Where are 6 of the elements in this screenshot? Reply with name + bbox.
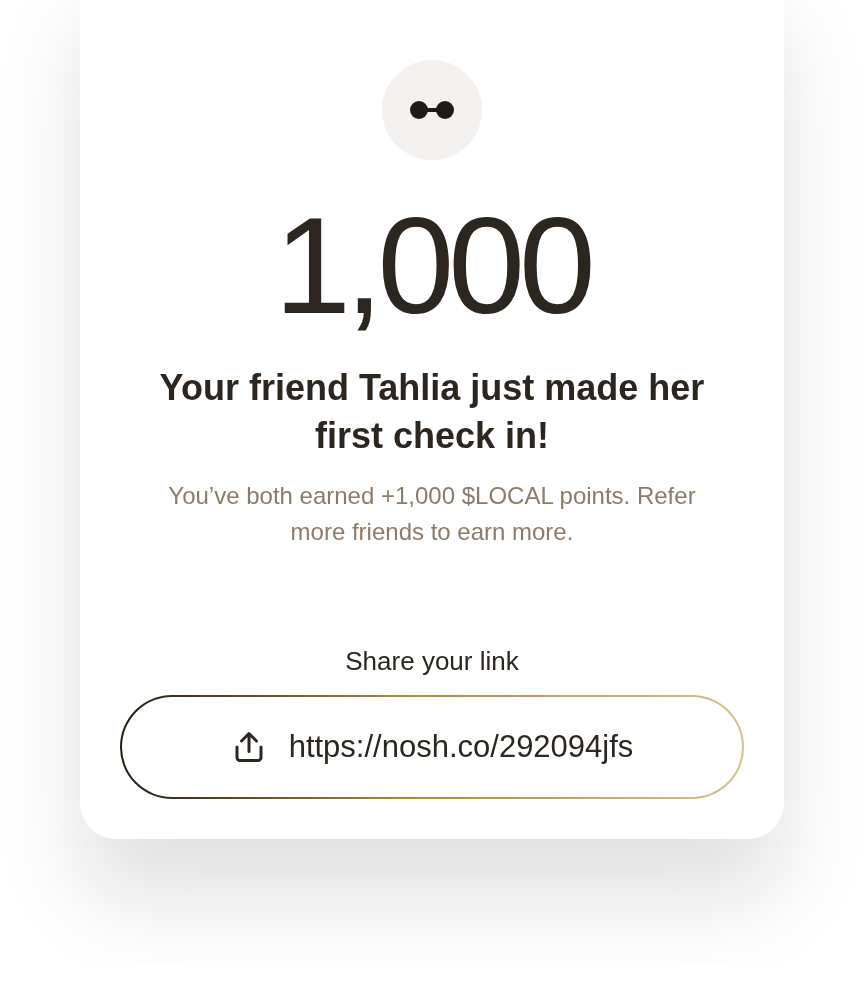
dumbbell-icon xyxy=(409,100,455,120)
heading: Your friend Tahlia just made her first check in! xyxy=(158,366,706,458)
share-link-button[interactable]: https://nosh.co/292094jfs xyxy=(120,695,744,799)
share-label: Share your link xyxy=(345,646,519,677)
message: You’ve both earned +1,000 $LOCAL points. Refer more friends to earn more. xyxy=(167,481,697,547)
points-amount: 1,000 xyxy=(274,196,590,334)
